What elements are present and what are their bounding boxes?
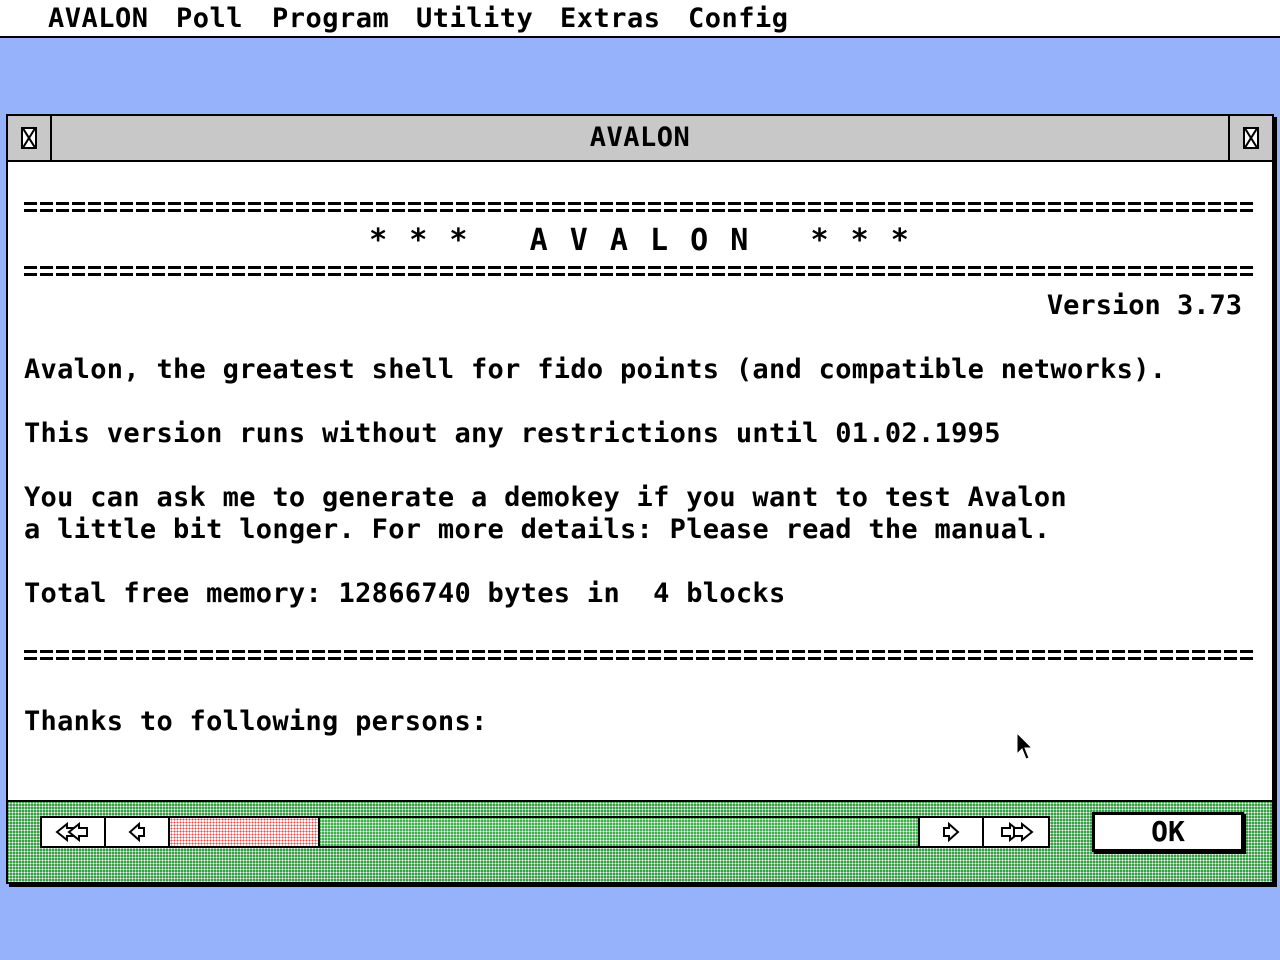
menu-extras[interactable]: Extras [560,0,661,36]
separator-rule [24,264,1256,278]
horizontal-scroll-track[interactable] [168,816,920,848]
separator-rule [24,200,1256,214]
avalon-window: AVALON * * * A V A L O N * * * Version 3… [6,114,1274,884]
thanks-text: Thanks to following persons: [24,706,488,737]
double-arrow-right-icon[interactable] [982,816,1050,848]
memory-text: Total free memory: 12866740 bytes in 4 b… [24,578,786,609]
banner-title: * * * A V A L O N * * * [369,223,911,258]
menu-utility[interactable]: Utility [416,0,533,36]
double-arrow-left-icon[interactable] [40,816,106,848]
description-text: Avalon, the greatest shell for fido poin… [24,354,1167,385]
demokey-text-line-2: a little bit longer. For more details: P… [24,514,1051,545]
scroll-thumb[interactable] [170,818,320,846]
version-text: Version 3.73 [1046,290,1242,321]
mouse-pointer-icon [1016,732,1034,760]
ok-button[interactable]: OK [1092,812,1244,852]
arrow-right-icon[interactable] [918,816,984,848]
window-title: AVALON [589,122,691,153]
window-bottom-bar: OK [8,800,1272,882]
separator-rule [24,648,1256,662]
fuller-box-icon[interactable] [1228,116,1272,160]
window-title-bar[interactable]: AVALON [8,116,1272,162]
menu-bar: AVALON Poll Program Utility Extras Confi… [0,0,1280,38]
arrow-left-icon[interactable] [104,816,170,848]
menu-program[interactable]: Program [272,0,389,36]
menu-poll[interactable]: Poll [176,0,243,36]
window-content: * * * A V A L O N * * * Version 3.73 Ava… [8,162,1272,800]
menu-config[interactable]: Config [688,0,789,36]
menu-avalon[interactable]: AVALON [48,0,149,36]
restrictions-text: This version runs without any restrictio… [24,418,1001,449]
close-box-icon[interactable] [8,116,52,160]
demokey-text-line-1: You can ask me to generate a demokey if … [24,482,1067,513]
